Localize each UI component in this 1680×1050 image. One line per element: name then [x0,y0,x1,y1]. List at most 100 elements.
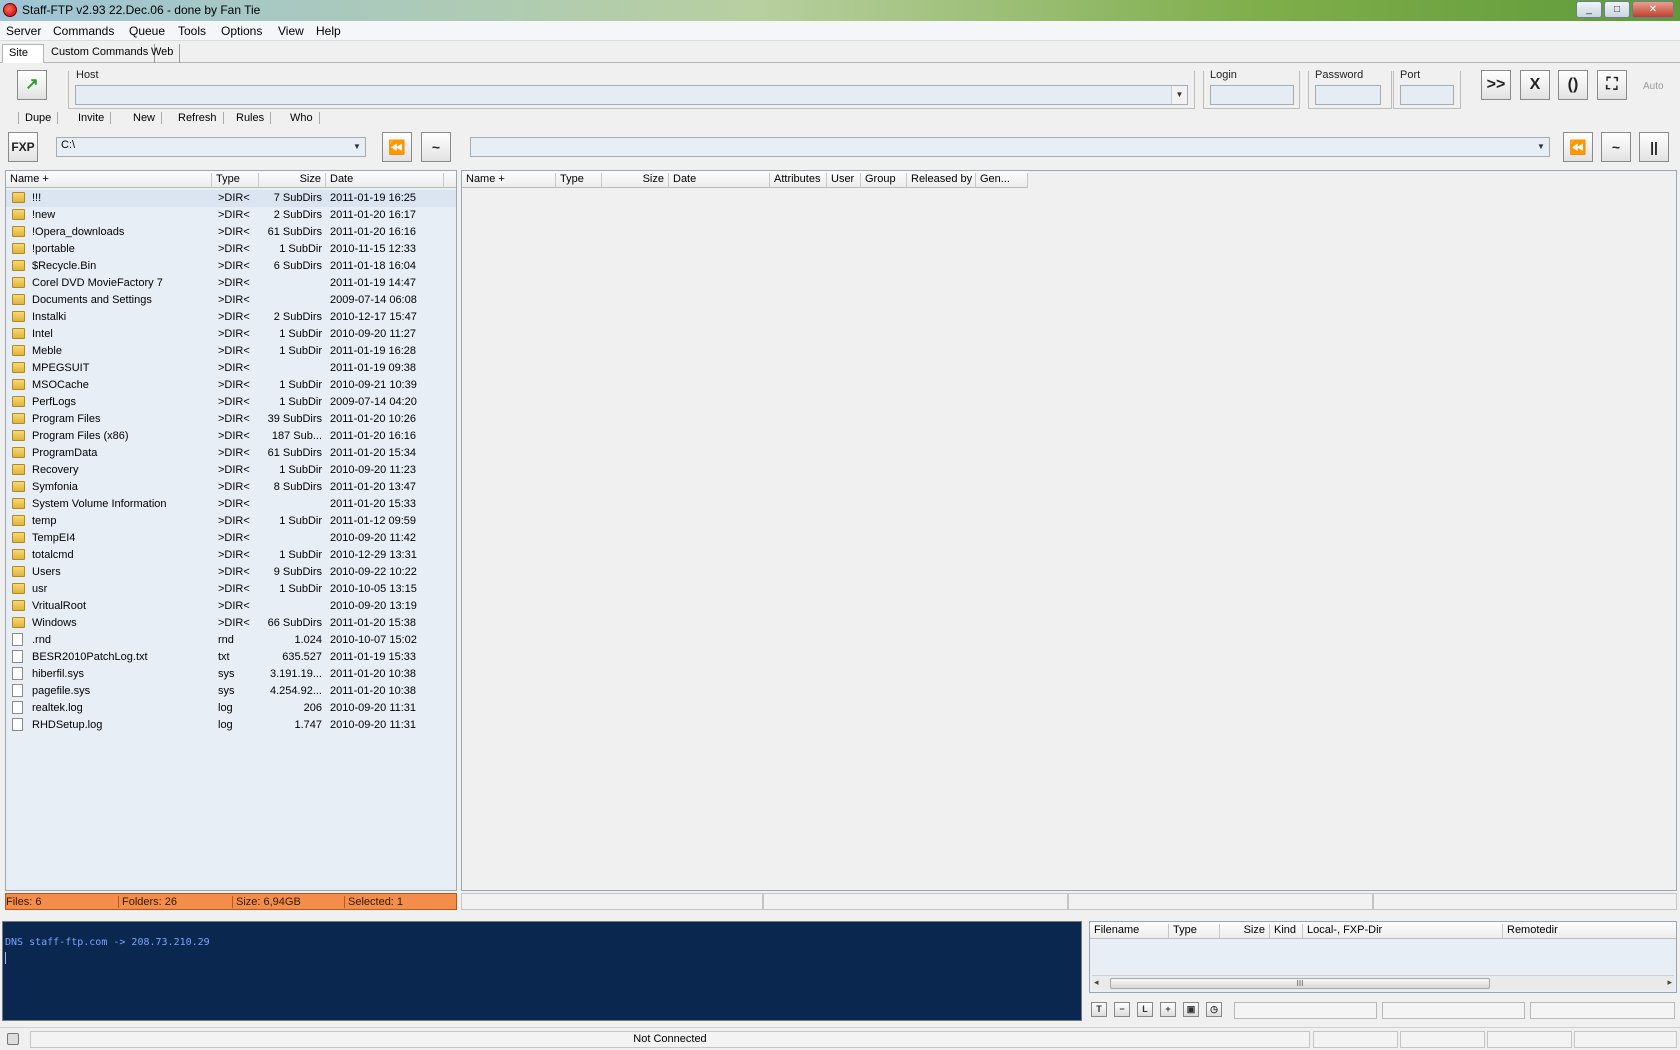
scroll-left-icon[interactable]: ◂ [1094,977,1099,988]
connect-button[interactable]: >> [1481,70,1511,100]
col-remotedir[interactable]: Remotedir [1503,924,1677,938]
chevron-down-icon[interactable]: ▼ [1171,86,1187,104]
table-row[interactable]: Symfonia >DIR< 8 SubDirs 2011-01-20 13:47 [6,479,456,496]
history-back-icon[interactable]: ⏪ [382,132,412,162]
col-group[interactable]: Group [861,173,907,187]
local-path-input[interactable]: C:\ ▼ [56,137,366,157]
table-row[interactable]: hiberfil.sys sys 3.191.19... 2011-01-20 10:… [6,666,456,683]
table-row[interactable]: Meble >DIR< 1 SubDir 2011-01-19 16:28 [6,343,456,360]
table-row[interactable]: BESR2010PatchLog.txt txt 635.527 2011-01-19… [6,649,456,666]
col-attributes[interactable]: Attributes [770,173,827,187]
table-row[interactable]: Instalki >DIR< 2 SubDirs 2010-12-17 15:47 [6,309,456,326]
col-released-by[interactable]: Released by [907,173,976,187]
queue-top-icon[interactable]: T [1091,1002,1107,1017]
port-input[interactable] [1400,85,1454,105]
table-row[interactable]: totalcmd >DIR< 1 SubDir 2010-12-29 13:31 [6,547,456,564]
app-icon[interactable] [3,3,17,17]
table-row[interactable]: temp >DIR< 1 SubDir 2011-01-12 09:59 [6,513,456,530]
table-row[interactable]: Corel DVD MovieFactory 7 >DIR< 2011-01-19 … [6,275,456,292]
invite-button[interactable]: Invite [72,112,112,124]
host-input[interactable]: ▼ [75,85,1188,105]
queue-add-icon[interactable]: + [1160,1002,1176,1017]
table-row[interactable]: VritualRoot >DIR< 2010-09-20 13:19 [6,598,456,615]
col-name[interactable]: Name + [462,173,556,187]
close-button[interactable]: ✕ [1632,1,1674,18]
reconnect-icon[interactable]: () [1558,70,1588,100]
connect-arrow-icon[interactable]: ↗ [17,70,47,100]
col-user[interactable]: User [827,173,861,187]
col-filename[interactable]: Filename [1090,924,1169,938]
col-gen[interactable]: Gen... [976,173,1028,187]
queue-save-icon[interactable]: ▣ [1183,1002,1199,1017]
col-size[interactable]: Size [259,173,326,187]
remote-path-input[interactable]: ▼ [470,137,1550,157]
who-button[interactable]: Who [284,112,320,124]
tilde-home-icon[interactable]: ~ [421,132,451,162]
chevron-down-icon[interactable]: ▼ [1533,138,1549,156]
col-type[interactable]: Type [212,173,259,187]
menu-help[interactable]: Help [316,24,341,38]
select-area-icon[interactable]: ⛶ [1597,70,1627,100]
col-date[interactable]: Date [669,173,770,187]
table-row[interactable]: Documents and Settings >DIR< 2009-07-14 06… [6,292,456,309]
table-row[interactable]: ProgramData >DIR< 61 SubDirs 2011-01-20 15:… [6,445,456,462]
chevron-down-icon[interactable]: ▼ [349,138,365,156]
queue-last-icon[interactable]: L [1137,1002,1153,1017]
disconnect-x-icon[interactable]: X [1520,70,1550,100]
col-name[interactable]: Name + [6,173,212,187]
password-input[interactable] [1315,85,1381,105]
table-row[interactable]: !portable >DIR< 1 SubDir 2010-11-15 12:33 [6,241,456,258]
table-row[interactable]: MSOCache >DIR< 1 SubDir 2010-09-21 10:39 [6,377,456,394]
tab-custom-commands[interactable]: Custom Commands [45,44,156,63]
queue-horizontal-scrollbar[interactable]: ◂ III ▸ [1092,975,1674,990]
tab-site[interactable]: Site [2,44,44,63]
table-row[interactable]: Program Files >DIR< 39 SubDirs 2011-01-20 1… [6,411,456,428]
menu-queue[interactable]: Queue [129,24,165,38]
col-size[interactable]: Size [602,173,669,187]
queue-remove-icon[interactable]: − [1114,1002,1130,1017]
menu-tools[interactable]: Tools [178,24,206,38]
table-row[interactable]: MPEGSUIT >DIR< 2011-01-19 09:38 [6,360,456,377]
dupe-button[interactable]: Dupe [18,112,59,124]
table-row[interactable]: System Volume Information >DIR< 2011-01-20… [6,496,456,513]
table-row[interactable]: $Recycle.Bin >DIR< 6 SubDirs 2011-01-18 16:… [6,258,456,275]
col-type[interactable]: Type [556,173,602,187]
rules-button[interactable]: Rules [230,112,272,124]
fxp-button[interactable]: FXP [8,132,38,162]
menu-server[interactable]: Server [6,24,41,38]
pause-icon[interactable]: || [1639,132,1669,162]
table-row[interactable]: Windows >DIR< 66 SubDirs 2011-01-20 15:38 [6,615,456,632]
table-row[interactable]: !Opera_downloads >DIR< 61 SubDirs 2011-01-2… [6,224,456,241]
table-row[interactable]: !new >DIR< 2 SubDirs 2011-01-20 16:17 [6,207,456,224]
table-row[interactable]: realtek.log log 206 2010-09-20 11:31 [6,700,456,717]
table-row[interactable]: Intel >DIR< 1 SubDir 2010-09-20 11:27 [6,326,456,343]
table-row[interactable]: Program Files (x86) >DIR< 187 Sub... 2011-0… [6,428,456,445]
auto-label[interactable]: Auto [1643,81,1664,92]
table-row[interactable]: TempEI4 >DIR< 2010-09-20 11:42 [6,530,456,547]
table-row[interactable]: !!! >DIR< 7 SubDirs 2011-01-19 16:25 [6,190,456,207]
history-back-icon[interactable]: ⏪ [1563,132,1593,162]
col-date[interactable]: Date [326,173,444,187]
tab-web[interactable]: Web [145,44,181,63]
table-row[interactable]: usr >DIR< 1 SubDir 2010-10-05 13:15 [6,581,456,598]
refresh-button[interactable]: Refresh [172,112,224,124]
queue-clock-icon[interactable]: ◷ [1206,1002,1222,1017]
col-local-fxp-dir[interactable]: Local-, FXP-Dir [1303,924,1503,938]
menu-commands[interactable]: Commands [53,24,114,38]
table-row[interactable]: Users >DIR< 9 SubDirs 2010-09-22 10:22 [6,564,456,581]
menu-view[interactable]: View [278,24,304,38]
table-row[interactable]: pagefile.sys sys 4.254.92... 2011-01-20 10:… [6,683,456,700]
menu-options[interactable]: Options [221,24,262,38]
col-kind[interactable]: Kind [1270,924,1303,938]
table-row[interactable]: RHDSetup.log log 1.747 2010-09-20 11:31 [6,717,456,734]
col-size[interactable]: Size [1220,924,1270,938]
table-row[interactable]: Recovery >DIR< 1 SubDir 2010-09-20 11:23 [6,462,456,479]
minimize-button[interactable]: _ [1576,1,1602,18]
table-row[interactable]: .rnd rnd 1.024 2010-10-07 15:02 [6,632,456,649]
log-console[interactable]: DNS staff-ftp.com -> 208.73.210.29 [2,921,1082,1021]
scroll-thumb[interactable]: III [1110,978,1490,989]
maximize-button[interactable]: □ [1604,1,1630,18]
tilde-home-icon[interactable]: ~ [1601,132,1631,162]
scroll-right-icon[interactable]: ▸ [1667,977,1672,988]
new-button[interactable]: New [127,112,163,124]
